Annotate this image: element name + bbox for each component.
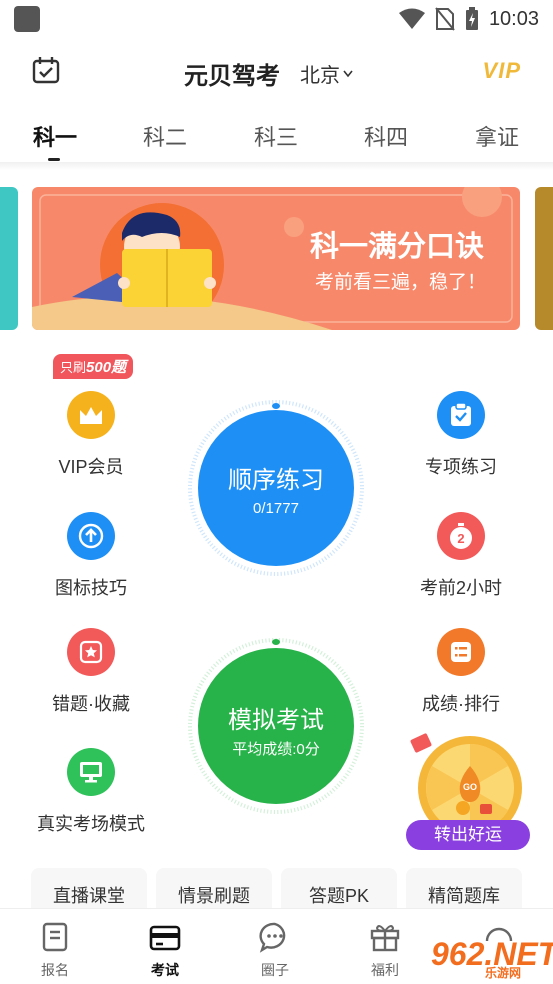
vip-member-label: VIP会员 — [58, 457, 124, 477]
site-watermark: 962.NET 乐游网 — [413, 934, 553, 980]
two-hours-before-exam-label: 考前2小时 — [419, 578, 502, 598]
arrow-up-icon — [67, 512, 115, 560]
notification-icon — [14, 6, 40, 32]
tab-subject-2[interactable]: 科二 — [143, 120, 187, 152]
nav-exam-label: 考试 — [151, 962, 179, 978]
city-label: 北京 — [300, 65, 340, 87]
chip-quiz-pk-label: 答题PK — [308, 886, 369, 906]
spin-for-luck-button[interactable]: 转出好运 — [406, 820, 530, 850]
svg-text:2: 2 — [457, 531, 464, 546]
spin-for-luck-label: 转出好运 — [434, 825, 502, 844]
banner-prev-peek[interactable] — [0, 187, 18, 330]
nav-signup-label: 报名 — [41, 962, 69, 978]
monitor-icon — [67, 748, 115, 796]
real-exam-mode-item[interactable]: 真实考场模式 — [21, 748, 161, 836]
subject-tabs: 科一 科二 科三 科四 拿证 — [0, 112, 553, 162]
promo-banner[interactable]: 科一满分口诀 考前看三遍，稳了！ — [32, 187, 520, 330]
nav-community[interactable]: 圈子 — [220, 909, 330, 980]
chip-scenario-practice-label: 情景刷题 — [178, 886, 250, 906]
promo-prefix: 只刷 — [60, 360, 87, 375]
icon-tips-item[interactable]: 图标技巧 — [21, 512, 161, 600]
watermark-sub: 乐游网 — [485, 966, 522, 980]
banner-next-peek[interactable] — [535, 187, 553, 330]
practice-title: 顺序练习 — [228, 467, 324, 494]
chip-simplified-bank-label: 精简题库 — [428, 886, 500, 906]
chip-simplified-bank[interactable]: 精简题库 — [406, 868, 522, 908]
special-practice-label: 专项练习 — [425, 457, 497, 477]
wallet-icon — [149, 925, 181, 951]
chat-icon — [259, 922, 286, 953]
mock-exam-button[interactable]: 模拟考试 平均成绩:0分 — [186, 636, 366, 816]
two-hours-before-exam-item[interactable]: 2 考前2小时 — [391, 512, 531, 600]
clipboard-icon — [437, 391, 485, 439]
promo-number: 500题 — [86, 359, 127, 376]
calendar-check-icon[interactable] — [32, 56, 60, 84]
score-ranking-item[interactable]: 成绩·排行 — [391, 628, 531, 716]
practice-progress: 0/1777 — [253, 500, 299, 517]
nav-community-label: 圈子 — [261, 962, 289, 978]
chip-scenario-practice[interactable]: 情景刷题 — [156, 868, 272, 908]
real-exam-mode-label: 真实考场模式 — [37, 814, 145, 834]
banner-title: 科一满分口诀 — [309, 231, 484, 263]
vip-promo-tag: 只刷500题 — [53, 354, 134, 379]
list-icon — [437, 628, 485, 676]
battery-icon — [465, 7, 478, 30]
quick-entry-chips: 直播课堂 情景刷题 答题PK 精简题库 — [0, 868, 553, 908]
city-selector[interactable]: 北京 — [300, 59, 353, 88]
mistakes-favorites-label: 错题·收藏 — [52, 694, 130, 714]
special-practice-item[interactable]: 专项练习 — [391, 391, 531, 479]
banner-subtitle: 考前看三遍，稳了！ — [314, 272, 486, 293]
exam-average-score: 平均成绩:0分 — [232, 741, 320, 758]
icon-tips-label: 图标技巧 — [55, 578, 127, 598]
status-bar: 10:03 — [0, 0, 553, 38]
app-header: 元贝驾考 北京 VIP — [0, 44, 553, 96]
gift-icon — [370, 925, 400, 952]
vip-badge[interactable]: VIP — [483, 58, 521, 84]
nav-exam[interactable]: 考试 — [110, 909, 220, 980]
status-time: 10:03 — [488, 7, 539, 30]
wifi-icon — [398, 8, 425, 29]
sequential-practice-button[interactable]: 顺序练习 0/1777 — [186, 398, 366, 578]
app-title: 元贝驾考 — [184, 63, 280, 90]
status-icons: 10:03 — [398, 6, 539, 32]
chip-live-class-label: 直播课堂 — [53, 886, 125, 906]
score-ranking-label: 成绩·排行 — [422, 694, 500, 714]
chevron-down-icon — [343, 70, 353, 77]
tab-subject-4[interactable]: 科四 — [364, 120, 408, 152]
mistakes-favorites-item[interactable]: 错题·收藏 — [21, 628, 161, 716]
vip-member-item[interactable]: VIP会员 — [21, 391, 161, 479]
nav-signup[interactable]: 报名 — [0, 909, 110, 980]
tabs-divider — [0, 162, 553, 170]
chip-quiz-pk[interactable]: 答题PK — [281, 868, 397, 908]
document-icon — [42, 922, 68, 952]
tab-indicator — [48, 158, 60, 161]
tab-license[interactable]: 拿证 — [475, 120, 519, 152]
crown-icon — [67, 391, 115, 439]
chip-live-class[interactable]: 直播课堂 — [31, 868, 147, 908]
wheel-go-label: GO — [463, 782, 477, 792]
no-sim-icon — [435, 7, 455, 31]
timer-icon: 2 — [437, 512, 485, 560]
tab-subject-1[interactable]: 科一 — [33, 120, 77, 152]
star-icon — [67, 628, 115, 676]
tab-subject-3[interactable]: 科三 — [254, 120, 298, 152]
exam-title: 模拟考试 — [228, 707, 324, 734]
